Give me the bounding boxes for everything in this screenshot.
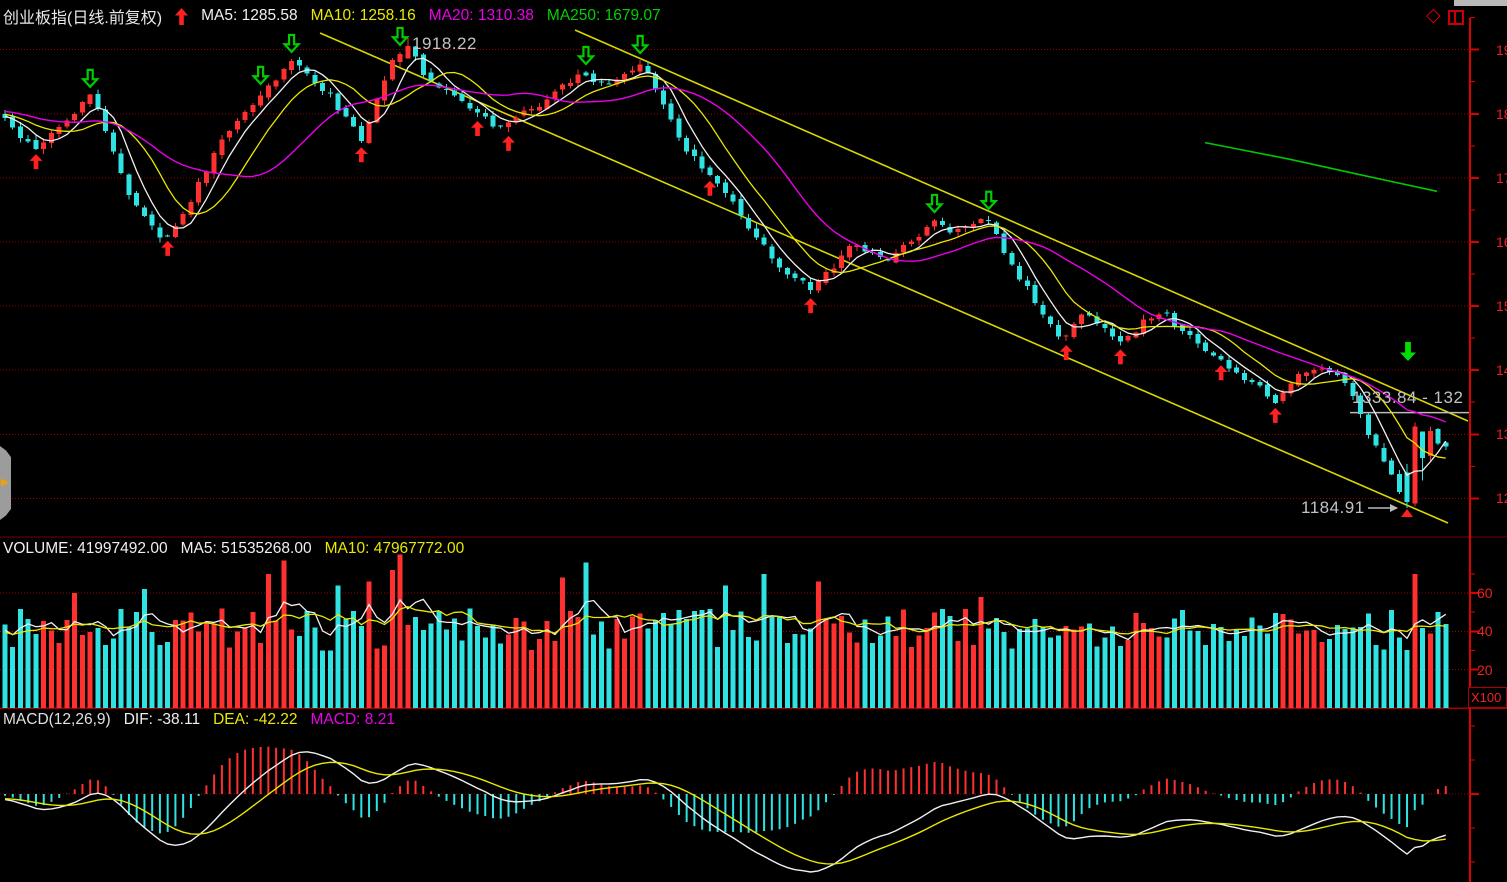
- price-axis-label: 1800: [1496, 106, 1507, 122]
- panel-expand-handle[interactable]: ▶: [0, 446, 11, 520]
- buy-signal-arrow-icon: [1060, 345, 1073, 360]
- diamond-icon[interactable]: ◇: [1426, 4, 1441, 27]
- buy-signal-arrow-icon: [161, 241, 174, 256]
- sell-marker-arrow-icon: [1400, 342, 1416, 361]
- price-axis-label: 1200: [1496, 490, 1507, 506]
- price-axis-label: 1400: [1496, 362, 1507, 378]
- dea-readout: DEA: -42.22: [213, 711, 297, 729]
- price-range-label: 1333.84 - 132: [1352, 388, 1463, 408]
- low-price-label: 1184.91: [1301, 498, 1365, 518]
- volume-readout: VOLUME: 41997492.00: [3, 540, 168, 558]
- ma20-readout: MA20: 1310.38: [429, 7, 534, 25]
- sell-signal-arrow-icon: [254, 67, 268, 84]
- low-point-triangle-icon: [1401, 509, 1413, 517]
- volume-axis-label: 20: [1477, 662, 1493, 678]
- price-axis-label: 1300: [1496, 426, 1507, 442]
- volume-pane-header: VOLUME: 41997492.00 MA5: 51535268.00 MA1…: [3, 540, 464, 558]
- buy-signal-arrow-icon: [29, 154, 42, 169]
- sell-signal-arrow-icon: [393, 28, 407, 45]
- price-axis-label: 1900: [1496, 42, 1507, 58]
- buy-signal-arrow-icon: [355, 147, 368, 162]
- chart-canvas[interactable]: [0, 0, 1507, 882]
- vol-ma5-readout: MA5: 51535268.00: [181, 540, 312, 558]
- buy-signal-arrow-icon: [502, 136, 515, 151]
- buy-signal-arrow-icon: [804, 298, 817, 313]
- sell-signal-arrow-icon: [83, 70, 97, 87]
- macd-params-label: MACD(12,26,9): [3, 711, 111, 729]
- buy-signal-arrow-icon: [471, 121, 484, 136]
- volume-axis-label: 40: [1477, 623, 1493, 639]
- dif-readout: DIF: -38.11: [124, 711, 200, 729]
- volume-axis-label: 60: [1477, 585, 1493, 601]
- main-pane-header: 创业板指(日线.前复权) MA5: 1285.58 MA10: 1258.16 …: [3, 4, 661, 28]
- price-axis-label: 1700: [1496, 170, 1507, 186]
- price-axis-label: 1600: [1496, 234, 1507, 250]
- sell-signal-arrow-icon: [982, 192, 996, 209]
- buy-signal-arrow-icon: [1215, 365, 1228, 380]
- buy-signal-arrow-icon: [1114, 349, 1127, 364]
- scrollbar-strip[interactable]: [1454, 0, 1507, 6]
- vol-ma10-readout: MA10: 47967772.00: [325, 540, 465, 558]
- expand-arrow-icon: ▶: [1, 478, 9, 488]
- ma10-readout: MA10: 1258.16: [311, 7, 416, 25]
- trading-app-screen: 创业板指(日线.前复权) MA5: 1285.58 MA10: 1258.16 …: [0, 0, 1507, 882]
- symbol-title: 创业板指(日线.前复权): [3, 4, 162, 28]
- split-window-icon[interactable]: [1448, 10, 1464, 25]
- ma5-readout: MA5: 1285.58: [201, 7, 298, 25]
- sell-signal-arrow-icon: [928, 195, 942, 212]
- macd-readout: MACD: 8.21: [311, 711, 395, 729]
- buy-signal-arrow-icon: [703, 181, 716, 196]
- price-axis-label: 1500: [1496, 298, 1507, 314]
- volume-unit-label: X100: [1468, 687, 1507, 708]
- ma250-readout: MA250: 1679.07: [547, 7, 661, 25]
- up-arrow-icon: [175, 8, 188, 25]
- peak-price-label: 1918.22: [412, 34, 477, 54]
- sell-signal-arrow-icon: [633, 36, 647, 53]
- buy-signal-arrow-icon: [1269, 408, 1282, 423]
- macd-pane-header: MACD(12,26,9) DIF: -38.11 DEA: -42.22 MA…: [3, 711, 395, 729]
